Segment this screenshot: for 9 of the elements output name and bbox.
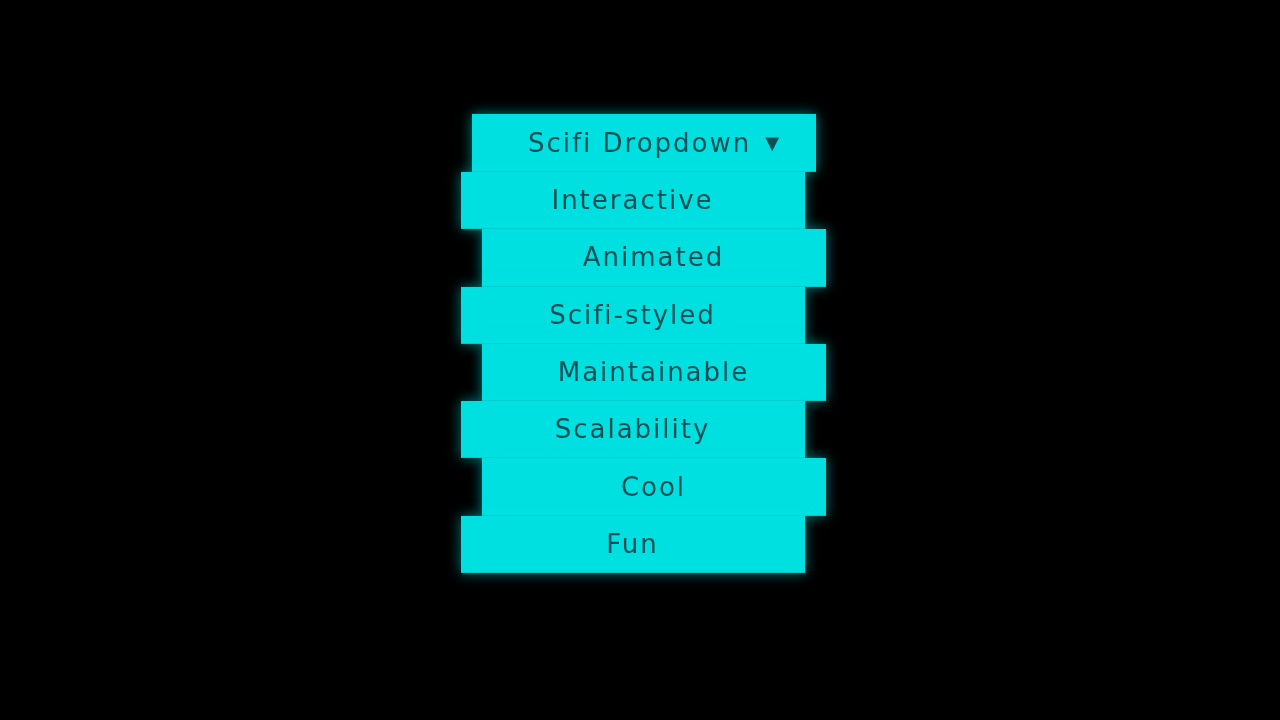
dropdown-item[interactable]: Cool [481, 458, 826, 516]
dropdown-item[interactable]: Maintainable [481, 343, 826, 402]
dropdown-item[interactable]: Scalability [460, 401, 805, 459]
dropdown-item[interactable]: Scifi-styled [460, 286, 805, 344]
dropdown-item[interactable]: Fun [460, 515, 805, 574]
dropdown-item[interactable]: Interactive [460, 172, 805, 230]
caret-icon: ▼ [765, 132, 780, 153]
dropdown-item[interactable]: Animated [481, 229, 826, 287]
dropdown-button[interactable]: Scifi Dropdown ▼ [471, 114, 816, 172]
